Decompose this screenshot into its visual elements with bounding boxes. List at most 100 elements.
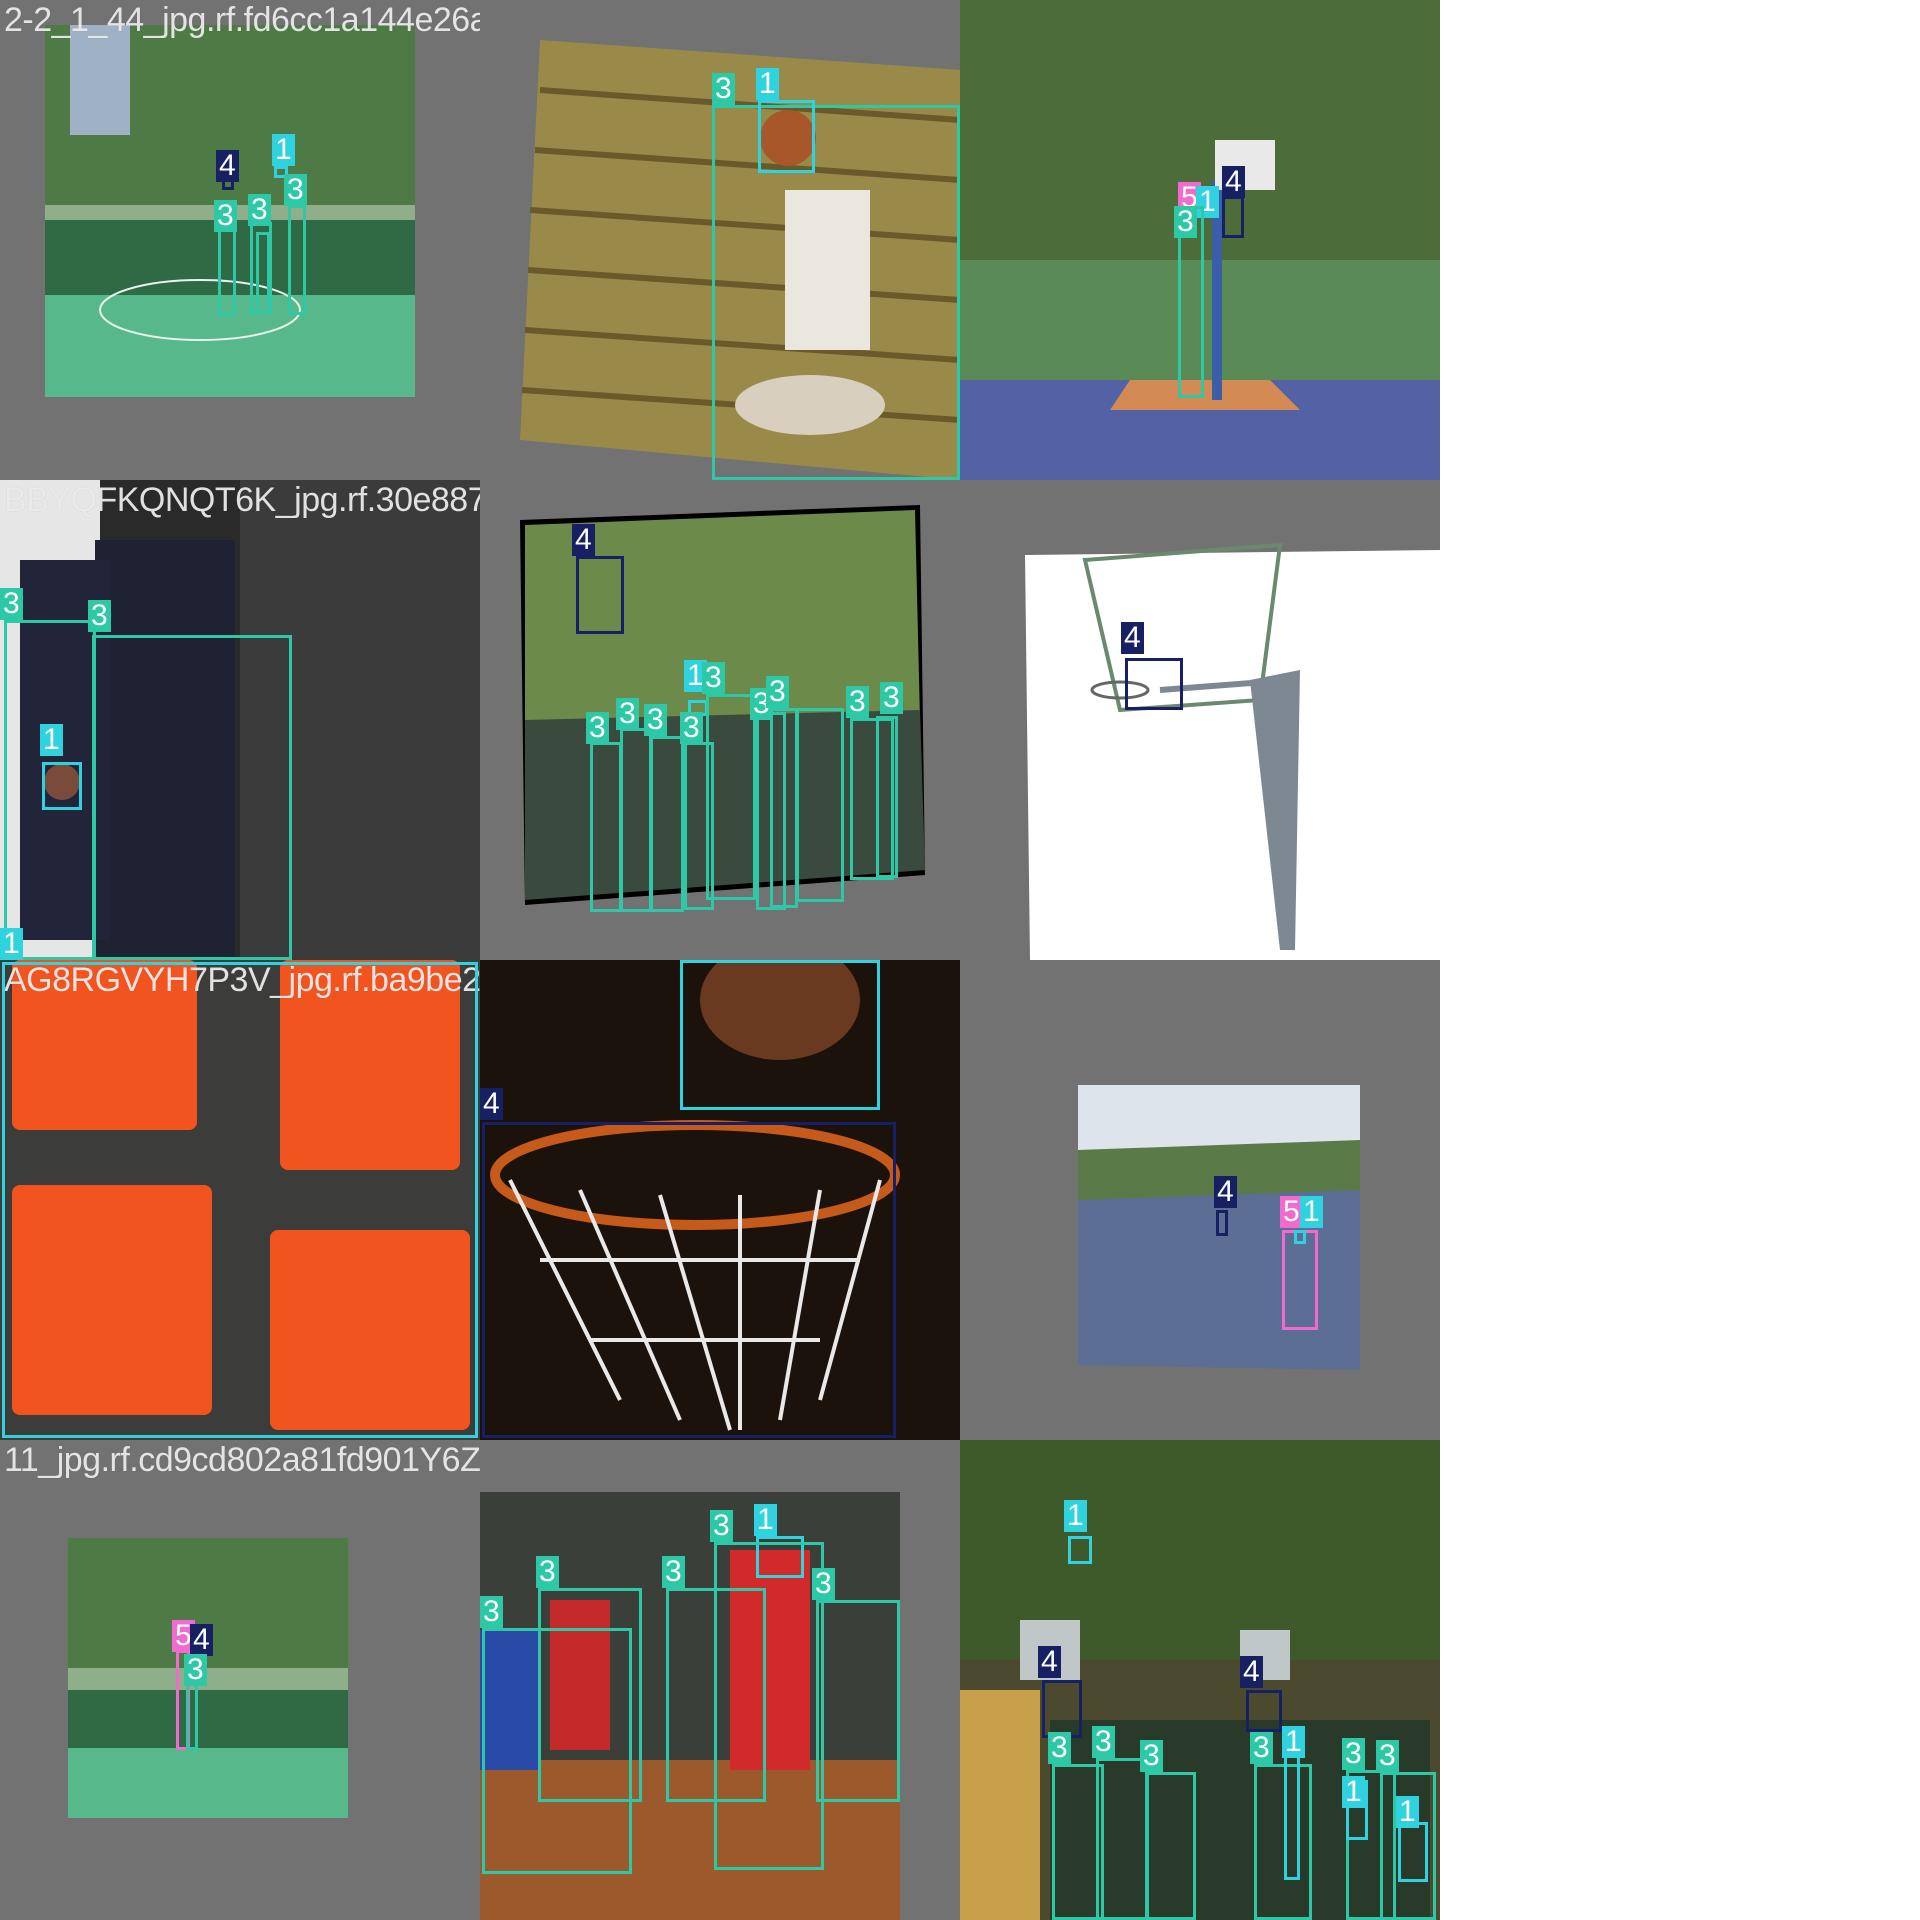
class-label: 3: [1250, 1732, 1273, 1764]
mosaic-tile: 2-2_1_44_jpg.rf.fd6cc1a144e26ae3037ba069…: [0, 0, 480, 480]
mosaic-tile: 4: [960, 480, 1440, 960]
class-label: 1: [1282, 1726, 1305, 1758]
class-label: 1: [756, 68, 779, 100]
class-label: 3: [880, 682, 903, 714]
mosaic-tile: AG8RGVYH7P3V_jpg.rf.ba9be23bb99b3a99d781…: [0, 960, 480, 1440]
tile-filename: BBYQFKQNQT6K_jpg.rf.30e8877a0be6a92d1a0f…: [4, 481, 480, 519]
bounding-box: [796, 708, 844, 902]
bounding-box: [650, 736, 684, 912]
mosaic-tile: 4 1 3 3 3 3 3 3 3 3 3 3: [480, 480, 960, 960]
class-label: 1: [1064, 1500, 1087, 1532]
class-label: 4: [1214, 1176, 1237, 1208]
class-label: 1: [754, 1504, 777, 1536]
bounding-box: [1398, 1822, 1428, 1882]
bounding-box: [186, 1680, 198, 1750]
class-label: 1: [0, 928, 23, 960]
bounding-box: [1125, 658, 1183, 710]
mosaic-tile: 3 1: [480, 0, 960, 480]
bounding-box: [758, 100, 815, 173]
bounding-box: [576, 556, 624, 634]
tile-image: [68, 1538, 348, 1818]
class-label: 3: [480, 1596, 503, 1628]
class-label: 3: [1092, 1726, 1115, 1758]
class-label: 4: [1038, 1646, 1061, 1678]
mosaic-tile: 5 1 4 3: [960, 0, 1440, 480]
bounding-box: [42, 762, 82, 810]
class-label: 4: [1222, 166, 1245, 198]
bounding-box: [538, 1588, 642, 1802]
class-label: 3: [1140, 1740, 1163, 1772]
class-label: 3: [214, 200, 237, 232]
class-label: 3: [644, 704, 667, 736]
detection-mosaic: 2-2_1_44_jpg.rf.fd6cc1a144e26ae3037ba069…: [0, 0, 1440, 1920]
class-label: 1: [40, 724, 63, 756]
class-label: 4: [216, 150, 239, 182]
bounding-box: [1294, 1230, 1306, 1244]
tile-image: [1025, 542, 1440, 960]
bounding-box: [2, 962, 478, 1438]
class-label: 3: [536, 1556, 559, 1588]
class-label: 3: [284, 174, 307, 206]
tile-filename: 2-2_1_44_jpg.rf.fd6cc1a144e26ae3037ba069…: [4, 1, 480, 39]
class-label: 1: [1396, 1796, 1419, 1828]
class-label: 4: [1121, 622, 1144, 654]
class-label: 4: [480, 1088, 503, 1120]
class-label: 3: [1342, 1738, 1365, 1770]
detection-mosaic-row-4: 11_jpg.rf.cd9cd802a81fd901Y6Z8632Z5VR0W_…: [0, 1440, 1440, 1920]
class-label: 3: [586, 712, 609, 744]
class-label: 3: [766, 676, 789, 708]
bounding-box: [1282, 1230, 1318, 1330]
class-label: 3: [616, 698, 639, 730]
tile-image: [45, 25, 415, 397]
bounding-box: [714, 1542, 824, 1870]
bounding-box: [712, 105, 960, 480]
mosaic-tile: 4 4: [480, 960, 960, 1440]
class-label: 3: [846, 686, 869, 718]
class-label: 3: [1048, 1732, 1071, 1764]
class-label: 1: [1300, 1196, 1323, 1228]
class-label: 3: [680, 712, 703, 744]
class-label: 3: [662, 1556, 685, 1588]
class-label: 3: [812, 1568, 835, 1600]
bounding-box: [1222, 196, 1244, 238]
bounding-box: [1042, 1680, 1082, 1738]
bounding-box: [620, 728, 652, 912]
bounding-box: [590, 742, 622, 912]
bounding-box: [1096, 1758, 1148, 1920]
bounding-box: [680, 960, 880, 1110]
mosaic-tile: 3 1 3 3 3 3: [480, 1440, 960, 1920]
tile-image: [1078, 1085, 1360, 1370]
bounding-box: [218, 228, 236, 316]
class-label: 3: [702, 662, 725, 694]
class-label: 3: [0, 588, 23, 620]
bounding-box: [1216, 1210, 1228, 1236]
bounding-box: [1254, 1764, 1312, 1920]
bounding-box: [816, 1600, 900, 1802]
bounding-box: [256, 232, 270, 314]
bounding-box: [770, 708, 798, 908]
class-label: 3: [710, 1510, 733, 1542]
bounding-box: [1068, 1536, 1092, 1564]
bounding-box: [92, 635, 292, 960]
class-label: 4: [572, 524, 595, 556]
class-label: 3: [712, 73, 735, 105]
mosaic-tile: 11_jpg.rf.cd9cd802a81fd901Y6Z8632Z5VR0W_…: [0, 1440, 480, 1920]
bounding-box: [482, 1122, 896, 1438]
class-label: 3: [1174, 206, 1197, 238]
tile-filename: 11_jpg.rf.cd9cd802a81fd901Y6Z8632Z5VR0W_…: [4, 1441, 480, 1479]
class-label: 3: [248, 194, 271, 226]
bounding-box: [1146, 1772, 1196, 1920]
class-label: 1: [272, 134, 295, 166]
bounding-box: [876, 716, 898, 878]
mosaic-tile: 1 4 4 3 3 3 3 1 3 3 1 1: [960, 1440, 1440, 1920]
mosaic-tile: BBYQFKQNQT6K_jpg.rf.30e8877a0be6a92d1a0f…: [0, 480, 480, 960]
class-label: 3: [1376, 1740, 1399, 1772]
mosaic-tile: 4 5 1: [960, 960, 1440, 1440]
bounding-box: [1246, 1690, 1282, 1732]
class-label: 1: [1342, 1776, 1365, 1808]
class-label: 4: [190, 1624, 213, 1656]
class-label: 3: [88, 600, 111, 632]
class-label: 4: [1240, 1656, 1263, 1688]
class-label: 3: [184, 1654, 207, 1686]
bounding-box: [706, 694, 756, 900]
